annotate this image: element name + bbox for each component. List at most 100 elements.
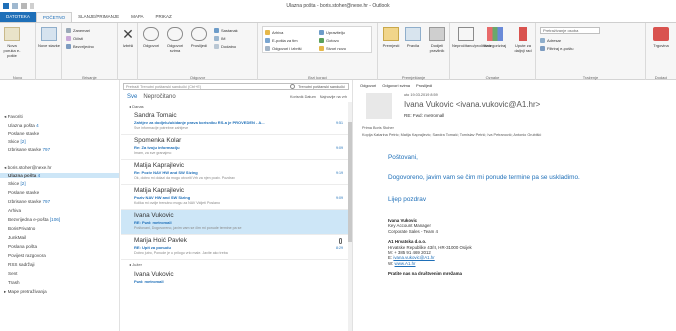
categorize-button[interactable]: Kategoriziraj bbox=[482, 27, 508, 48]
new-email-button[interactable]: Nova poruka e-pošte bbox=[1, 27, 23, 58]
new-items-button[interactable]: Nove stavke bbox=[38, 27, 60, 48]
list-item[interactable]: Sandra Tomaic Zahtjev za dodjelu/ukidanj… bbox=[121, 110, 349, 135]
quick-step-team[interactable]: E-pošta za tim bbox=[265, 37, 298, 43]
im-button[interactable]: IM bbox=[214, 35, 225, 41]
ignore-button[interactable]: Zanemari bbox=[66, 27, 90, 33]
delete-button[interactable]: ✕ Izbriši bbox=[117, 27, 139, 48]
ignore-label: Zanemari bbox=[73, 27, 90, 33]
quick-step-archive[interactable]: Arhiva bbox=[265, 29, 283, 35]
folder-junk[interactable]: Bezvrijedna e-pošta [106] bbox=[8, 217, 60, 222]
unread-read-button[interactable]: Nepročitano/pročitano bbox=[452, 27, 491, 48]
folder-junkmail[interactable]: JunkMail bbox=[8, 235, 26, 240]
favorites-header[interactable]: ◂ Favoriti bbox=[4, 114, 23, 120]
assign-policy-button[interactable]: Dodjeli pravilnik bbox=[424, 27, 450, 53]
group-delete-btn: ✕ Izbriši bbox=[118, 23, 138, 81]
list-item[interactable]: Matija Kaprajlevic Re: Poziv NAV HW and … bbox=[121, 160, 349, 185]
list-item-selected[interactable]: Ivana Vukovic RE: Fwd: metromall Poštova… bbox=[121, 210, 349, 235]
reading-reply-button[interactable]: Odgovori bbox=[360, 83, 376, 88]
attachment-icon bbox=[339, 238, 342, 244]
folder-sent-en-label: Sent bbox=[8, 271, 18, 276]
message-preview: Kolika mi ovdje trenutno mogu za NAV Vid… bbox=[134, 201, 220, 205]
rules-button[interactable]: Pravila bbox=[402, 27, 424, 48]
message-from: Matija Kaprajlevic bbox=[134, 162, 185, 169]
message-subject: Re: Za tvoju informaciju bbox=[134, 145, 180, 150]
reply-all-button[interactable]: Odgovori svima bbox=[164, 27, 186, 53]
more-button[interactable]: Dodatno bbox=[214, 43, 236, 49]
folder-deleted[interactable]: Izbrisane stavke 797 bbox=[8, 199, 50, 204]
list-item[interactable]: Ivana Vukovic Fwd: metromall bbox=[121, 269, 349, 294]
folder-sent-mail[interactable]: Poslana pošta bbox=[8, 244, 37, 249]
folder-private[interactable]: BorisPrivatno bbox=[8, 226, 35, 231]
folder-inbox-count: 4 bbox=[37, 173, 41, 178]
body-text: Dogovoreno, javim vam se čim mi ponude t… bbox=[388, 174, 580, 181]
folder-trash[interactable]: Trash bbox=[8, 280, 20, 285]
cc-value[interactable]: Katarina Petric; Matija Kaprajlevic; San… bbox=[374, 133, 542, 137]
address-book-button[interactable]: Adresar bbox=[540, 37, 561, 43]
forward-button[interactable]: Proslijedi bbox=[188, 27, 210, 48]
message-sender[interactable]: Ivana Vukovic <ivana.vukovic@A1.hr> bbox=[404, 100, 540, 109]
scrollbar-thumb[interactable] bbox=[348, 122, 352, 242]
sort-order[interactable]: Najnovije na vrh bbox=[320, 95, 347, 99]
list-item[interactable]: Spomenka Kolar Re: Za tvoju informaciju … bbox=[121, 135, 349, 160]
group-today[interactable]: ◂ Danas bbox=[129, 104, 144, 109]
tab-folder[interactable]: MAPA bbox=[125, 12, 149, 22]
list-item[interactable]: Matija Kaprajlevic Poziv NAV HW and SW S… bbox=[121, 185, 349, 210]
ribbon-tabs: DATOTEKA POČETNO SLANJE/PRIMANJE MAPA PR… bbox=[0, 12, 676, 22]
folder-sent[interactable]: Poslane stavke bbox=[8, 190, 39, 195]
sig-email-link[interactable]: ivana.vukovic@A1.hr bbox=[393, 255, 434, 260]
fav-deleted[interactable]: Izbrisane stavke 797 bbox=[8, 147, 50, 152]
to-value[interactable]: Boris Stoher bbox=[373, 126, 394, 130]
folder-archive[interactable]: Arhiva bbox=[8, 208, 21, 213]
folder-sent-label: Poslane stavke bbox=[8, 190, 40, 195]
reading-forward-button[interactable]: Proslijedi bbox=[416, 83, 432, 88]
folder-history[interactable]: Povijest razgovora bbox=[8, 253, 46, 258]
tab-home[interactable]: POČETNO bbox=[35, 12, 73, 22]
sig-title: Key Account Manager bbox=[388, 223, 431, 229]
tab-send-receive[interactable]: SLANJE/PRIMANJE bbox=[72, 12, 125, 22]
folder-drafts[interactable]: Skice [2] bbox=[8, 181, 26, 186]
junk-button[interactable]: Bezvrijedno bbox=[66, 43, 94, 49]
sig-web-label: W: bbox=[388, 260, 394, 266]
fav-sent[interactable]: Poslane stavke bbox=[8, 131, 39, 136]
group-yesterday[interactable]: ◂ Južer bbox=[129, 262, 142, 267]
folder-inbox[interactable]: Ulazna pošta 4 bbox=[0, 173, 119, 178]
quick-step-create[interactable]: Stvori novo bbox=[319, 45, 346, 51]
envelope-icon bbox=[458, 27, 474, 41]
filter-email-button[interactable]: Filtriraj e-poštu bbox=[540, 45, 573, 51]
sig-web-link[interactable]: www.A1.hr bbox=[395, 261, 416, 266]
store-button[interactable]: Trgovina bbox=[650, 27, 672, 48]
tab-file[interactable]: DATOTEKA bbox=[0, 12, 36, 22]
quick-steps-gallery: Arhiva E-pošta za tim Odgovori i izbriši… bbox=[262, 26, 372, 53]
meeting-button[interactable]: Sastanak bbox=[214, 27, 238, 33]
reply-all-icon bbox=[167, 27, 183, 41]
filter-email-label: Filtriraj e-poštu bbox=[547, 45, 574, 51]
message-preview: Ok, dobro mi dolazi da mogu otvoriti Vrh… bbox=[134, 176, 235, 180]
follow-up-button[interactable]: Upute za daljnji rad bbox=[510, 27, 536, 53]
reading-pane: Odgovori Odgovori svima Proslijedi uto 1… bbox=[354, 80, 676, 331]
reply-button[interactable]: Odgovori bbox=[140, 27, 162, 48]
fav-drafts[interactable]: Skice [2] bbox=[8, 139, 26, 144]
account-header[interactable]: ◂ boris.stoher@nexe.hr bbox=[4, 165, 52, 171]
clean-up-button[interactable]: Očisti bbox=[66, 35, 83, 41]
search-input[interactable]: Pretraži Trenutni poštanski sandučić (Ct… bbox=[123, 83, 349, 90]
sig-company: A1 Hrvatska d.o.o. bbox=[388, 239, 427, 245]
folder-rss[interactable]: RSS sadržaji bbox=[8, 262, 35, 267]
folder-sent-en[interactable]: Sent bbox=[8, 271, 17, 276]
list-item[interactable]: Marija Hoić Pavlek RE: Upit za ponudu Do… bbox=[121, 235, 349, 260]
fav-inbox[interactable]: Ulazna pošta 4 bbox=[8, 123, 39, 128]
message-list-scrollbar[interactable] bbox=[348, 102, 352, 331]
search-scope[interactable]: Trenutni poštanski sandučić bbox=[298, 85, 348, 89]
tab-view[interactable]: PRIKAZ bbox=[150, 12, 178, 22]
meeting-icon bbox=[214, 27, 219, 33]
quick-step-done[interactable]: Gotovo bbox=[319, 37, 339, 43]
sort-by[interactable]: Korisnik Datum bbox=[290, 95, 316, 99]
filter-all[interactable]: Sve bbox=[127, 94, 137, 100]
search-people-input[interactable]: Pretraživanje osoba bbox=[540, 27, 600, 34]
reading-reply-all-button[interactable]: Odgovori svima bbox=[382, 83, 410, 88]
move-button[interactable]: Premjesti bbox=[380, 27, 402, 48]
search-icon[interactable] bbox=[290, 84, 296, 89]
filter-unread[interactable]: Nepročitano bbox=[143, 94, 175, 100]
quick-step-manager[interactable]: Upravitelju bbox=[319, 29, 345, 35]
quick-step-reply-delete[interactable]: Odgovori i izbriši bbox=[265, 45, 302, 51]
folder-search-folders[interactable]: ▸ Mape pretraživanja bbox=[4, 289, 47, 295]
